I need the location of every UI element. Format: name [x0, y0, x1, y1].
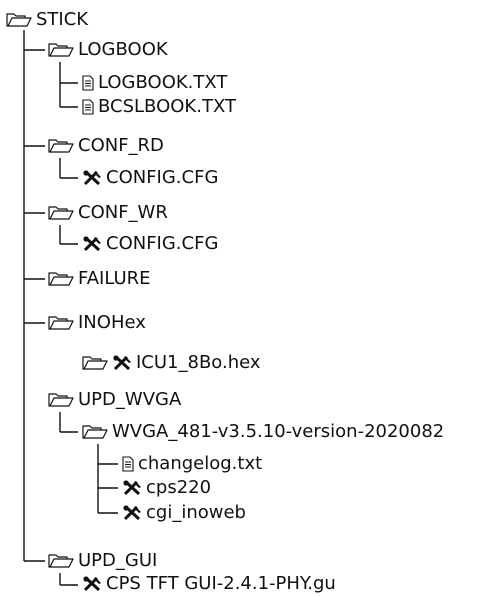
tools-icon: [112, 355, 132, 371]
folder-label: FAILURE: [78, 268, 151, 289]
file-label: BCSLBOOK.TXT: [98, 96, 236, 117]
folder-label: STICK: [36, 9, 89, 30]
tree-node-cgi-inoweb[interactable]: cgi_inoweb: [122, 501, 246, 525]
folder-icon: [48, 392, 74, 408]
folder-icon: [48, 553, 74, 569]
tree-node-bcslbook-txt[interactable]: BCSLBOOK.TXT: [82, 95, 236, 119]
folder-icon: [82, 355, 108, 371]
folder-label: UPD_WVGA: [78, 389, 182, 410]
text-file-icon: [82, 99, 94, 115]
tree-node-icu-hex[interactable]: ICU1_8Bo.hex: [82, 351, 261, 375]
file-label: changelog.txt: [138, 453, 263, 474]
tree-node-upd-gui[interactable]: UPD_GUI: [48, 549, 157, 573]
tools-icon: [82, 236, 102, 252]
file-label: cgi_inoweb: [146, 502, 246, 523]
folder-label: INOHex: [78, 312, 146, 333]
file-label: CONFIG.CFG: [106, 167, 219, 188]
file-label: CONFIG.CFG: [106, 233, 219, 254]
tree-node-conf-wr-config[interactable]: CONFIG.CFG: [82, 232, 218, 256]
folder-icon: [82, 424, 108, 440]
folder-icon: [48, 138, 74, 154]
tree-node-conf-rd-config[interactable]: CONFIG.CFG: [82, 166, 218, 190]
tree-node-changelog[interactable]: changelog.txt: [122, 452, 262, 476]
tree-node-cps220[interactable]: cps220: [122, 476, 211, 500]
tree-node-inohex[interactable]: INOHex: [48, 311, 146, 335]
tools-icon: [82, 576, 102, 592]
file-label: cps220: [146, 477, 212, 498]
tree-node-failure[interactable]: FAILURE: [48, 267, 151, 291]
tree-node-conf-wr[interactable]: CONF_WR: [48, 201, 168, 225]
tools-icon: [82, 170, 102, 186]
tree-node-gui-file[interactable]: CPS TFT GUI-2.4.1-PHY.gu: [82, 572, 336, 596]
text-file-icon: [82, 75, 94, 91]
tree-node-upd-wvga[interactable]: UPD_WVGA: [48, 388, 181, 412]
tools-icon: [122, 505, 142, 521]
folder-icon: [6, 12, 32, 28]
folder-icon: [48, 42, 74, 58]
tree-node-logbook[interactable]: LOGBOOK: [48, 38, 168, 62]
folder-icon: [48, 205, 74, 221]
file-label: LOGBOOK.TXT: [98, 72, 228, 93]
tree-node-wvga-version[interactable]: WVGA_481-v3.5.10-version-2020082: [82, 420, 444, 444]
file-label: ICU1_8Bo.hex: [136, 352, 261, 373]
tree-node-stick[interactable]: STICK: [6, 8, 88, 32]
folder-icon: [48, 315, 74, 331]
folder-label: UPD_GUI: [78, 550, 158, 571]
text-file-icon: [122, 456, 134, 472]
folder-label: WVGA_481-v3.5.10-version-2020082: [112, 421, 445, 442]
folder-label: LOGBOOK: [78, 39, 168, 60]
tree-connector-lines: [23, 30, 118, 586]
tree-node-conf-rd[interactable]: CONF_RD: [48, 134, 164, 158]
tools-icon: [122, 480, 142, 496]
tree-node-logbook-txt[interactable]: LOGBOOK.TXT: [82, 71, 227, 95]
folder-label: CONF_RD: [78, 135, 164, 156]
folder-icon: [48, 271, 74, 287]
file-label: CPS TFT GUI-2.4.1-PHY.gu: [106, 573, 336, 594]
folder-label: CONF_WR: [78, 202, 168, 223]
